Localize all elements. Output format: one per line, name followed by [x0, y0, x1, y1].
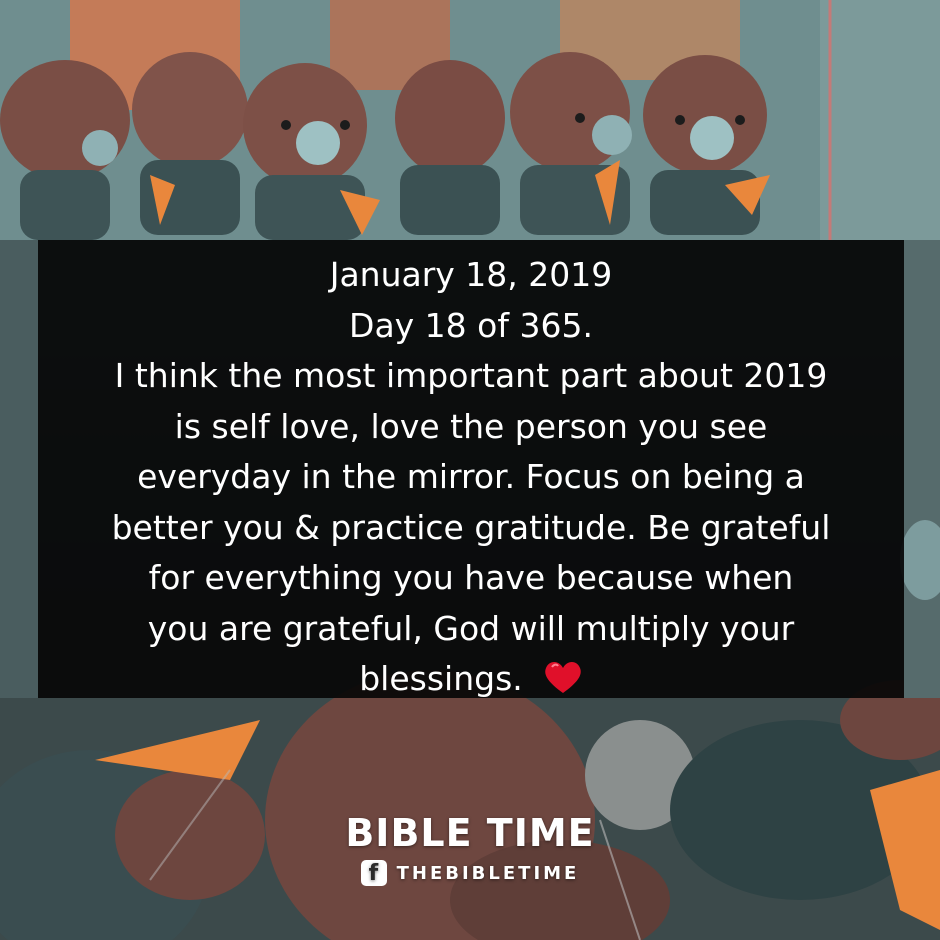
message-line: you are grateful, God will multiply your	[147, 608, 795, 648]
social-handle: THEBIBLETIME	[396, 862, 580, 884]
message-line: I think the most important part about 20…	[114, 356, 828, 395]
plush-row-bottom	[0, 670, 940, 940]
message-line: for everything you have because when	[148, 558, 794, 597]
message-line: is self love, love the person you see	[174, 406, 768, 446]
brand-watermark: BIBLE TIME THEBIBLETIME	[0, 808, 940, 891]
photo-canvas: January 18, 2019 Day 18 of 365. I think …	[0, 0, 940, 940]
brand-social: THEBIBLETIME	[360, 860, 580, 886]
message-line: better you & practice gratitude. Be grat…	[111, 507, 831, 547]
message-line: everyday in the mirror. Focus on being a	[137, 457, 805, 496]
message-line-text: blessings.	[359, 659, 523, 698]
heart-icon	[545, 661, 581, 693]
brand-title: BIBLE TIME	[345, 811, 595, 855]
post-day-counter: Day 18 of 365.	[349, 305, 593, 345]
post-date: January 18, 2019	[329, 255, 613, 294]
facebook-icon	[360, 860, 387, 886]
caption-panel: January 18, 2019 Day 18 of 365. I think …	[38, 240, 904, 698]
devotional-message: January 18, 2019 Day 18 of 365. I think …	[38, 250, 904, 705]
message-last-line: blessings.	[38, 654, 904, 705]
